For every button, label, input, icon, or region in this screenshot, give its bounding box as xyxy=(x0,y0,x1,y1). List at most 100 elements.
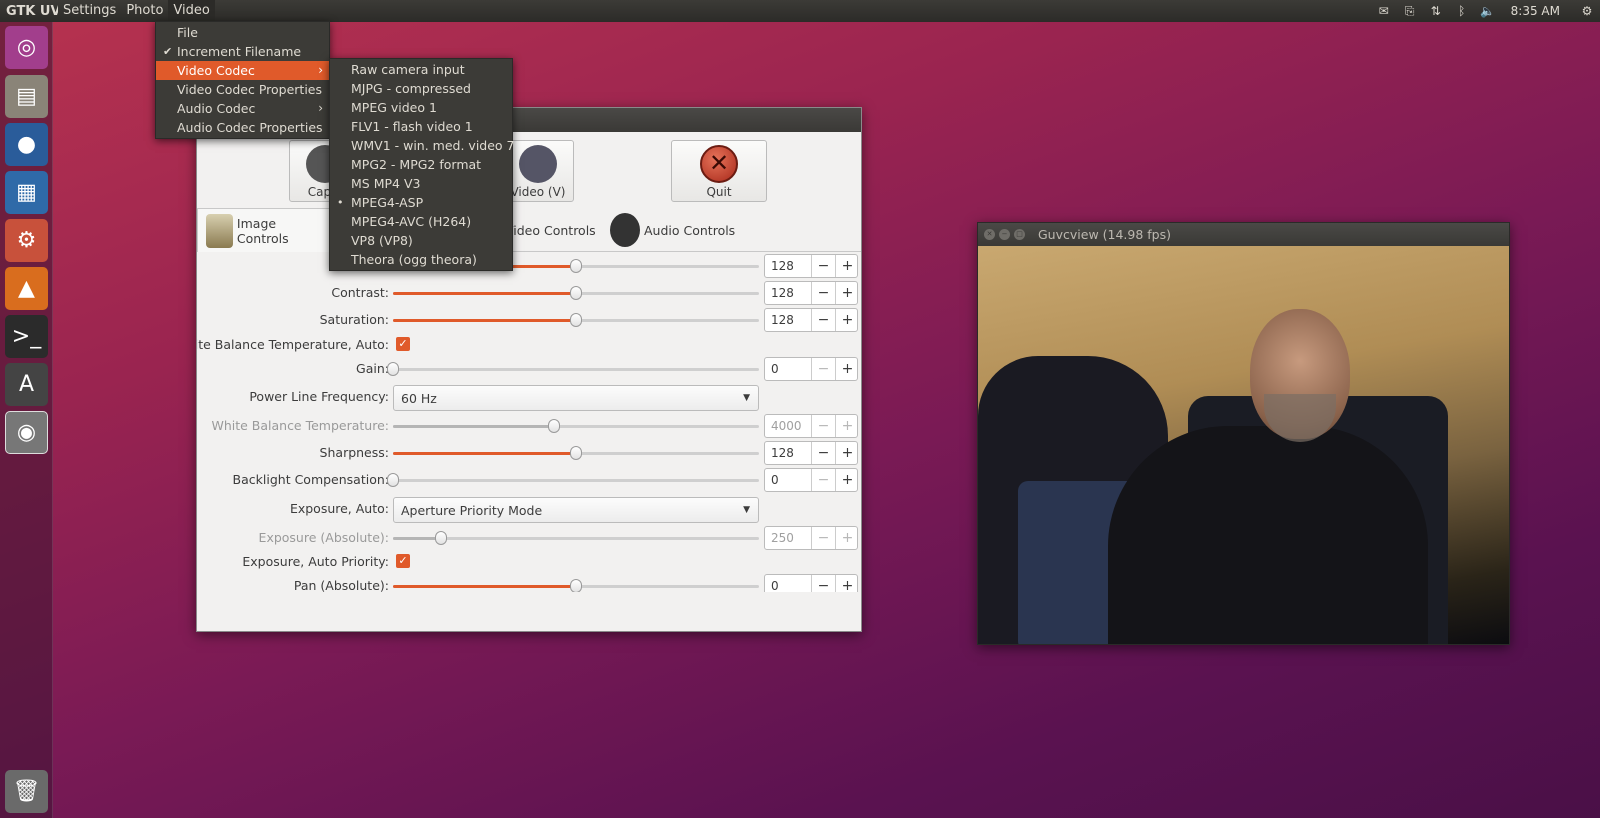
trash-icon[interactable]: 🗑 xyxy=(5,770,48,813)
saturation-plus[interactable]: + xyxy=(835,309,859,331)
brightness-minus[interactable]: − xyxy=(811,255,835,277)
video-menu-item[interactable]: File xyxy=(156,23,329,42)
webcam-icon[interactable]: ◉ xyxy=(5,411,48,454)
codec-menu-item[interactable]: VP8 (VP8) xyxy=(330,231,512,250)
codec-menu-item[interactable]: Theora (ogg theora) xyxy=(330,250,512,269)
pan-plus[interactable]: + xyxy=(835,575,859,592)
menu-video[interactable]: Video xyxy=(168,0,215,22)
saturation-knob[interactable] xyxy=(570,313,582,327)
clip-icon[interactable]: ⎘ xyxy=(1397,4,1423,19)
menu-settings[interactable]: Settings xyxy=(58,0,121,22)
gain-minus[interactable]: − xyxy=(811,358,835,380)
contrast-slider[interactable] xyxy=(393,286,759,300)
saturation-value[interactable]: 128 xyxy=(771,313,794,327)
wb-temp-row: White Balance Temperature: 4000− + xyxy=(197,414,861,438)
power-line-combo[interactable]: 60 Hz ▼ xyxy=(393,385,759,411)
codec-menu-item[interactable]: MS MP4 V3 xyxy=(330,174,512,193)
pan-minus[interactable]: − xyxy=(811,575,835,592)
codec-menu-item[interactable]: MPG2 - MPG2 format xyxy=(330,155,512,174)
network-icon[interactable]: ⇅ xyxy=(1423,4,1449,18)
top-panel: GTK UVC Settings Photo Video ✉ ⎘ ⇅ ᛒ 🔈 8… xyxy=(0,0,1600,22)
sharpness-row: Sharpness: 128 − + xyxy=(197,441,861,465)
brightness-spin[interactable]: 128 − + xyxy=(764,254,858,278)
saturation-spin[interactable]: 128 − + xyxy=(764,308,858,332)
ubuntu-dash-icon[interactable]: ◎ xyxy=(5,26,48,69)
contrast-spin[interactable]: 128 − + xyxy=(764,281,858,305)
exposure-priority-checkbox[interactable]: ✓ xyxy=(396,554,410,568)
messaging-icon[interactable]: ✉ xyxy=(1371,4,1397,18)
codec-menu-item-label: VP8 (VP8) xyxy=(351,233,413,248)
video-menu-item[interactable]: Audio Codec Properties xyxy=(156,118,329,137)
writer-icon[interactable]: ▦ xyxy=(5,171,48,214)
volume-icon[interactable]: 🔈 xyxy=(1475,4,1501,18)
close-icon[interactable]: ✕ xyxy=(984,229,995,240)
sharpness-minus[interactable]: − xyxy=(811,442,835,464)
exposure-abs-label: Exposure (Absolute): xyxy=(258,530,389,545)
saturation-slider[interactable] xyxy=(393,313,759,327)
minimize-icon[interactable]: − xyxy=(999,229,1010,240)
codec-menu-item[interactable]: MJPG - compressed xyxy=(330,79,512,98)
menu-photo[interactable]: Photo xyxy=(121,0,168,22)
brightness-value[interactable]: 128 xyxy=(771,259,794,273)
backlight-minus[interactable]: − xyxy=(811,469,835,491)
codec-menu-item[interactable]: MPEG video 1 xyxy=(330,98,512,117)
video-menu-item[interactable]: Audio Codec › xyxy=(156,99,329,118)
brightness-plus[interactable]: + xyxy=(835,255,859,277)
pan-value[interactable]: 0 xyxy=(771,579,779,592)
saturation-minus[interactable]: − xyxy=(811,309,835,331)
quit-button[interactable]: ✕ Quit xyxy=(671,140,767,202)
codec-menu-item[interactable]: FLV1 - flash video 1 xyxy=(330,117,512,136)
codec-menu-item[interactable]: Raw camera input xyxy=(330,60,512,79)
video-menu-item[interactable]: Video Codec Properties xyxy=(156,80,329,99)
sharpness-knob[interactable] xyxy=(570,446,582,460)
vlc-icon[interactable]: ▲ xyxy=(5,267,48,310)
backlight-value[interactable]: 0 xyxy=(771,473,779,487)
contrast-plus[interactable]: + xyxy=(835,282,859,304)
contrast-value[interactable]: 128 xyxy=(771,286,794,300)
gain-plus[interactable]: + xyxy=(835,358,859,380)
tab-audio-controls[interactable]: Audio Controls xyxy=(602,208,743,252)
sharpness-value[interactable]: 128 xyxy=(771,446,794,460)
firefox-icon[interactable]: ● xyxy=(5,123,48,166)
brightness-knob[interactable] xyxy=(570,259,582,273)
codec-menu-item[interactable]: WMV1 - win. med. video 7 xyxy=(330,136,515,155)
codec-menu-item-label: Raw camera input xyxy=(351,62,465,77)
tab-video-controls[interactable]: Video Controls xyxy=(497,208,604,252)
files-icon[interactable]: ▤ xyxy=(5,75,48,118)
contrast-minus[interactable]: − xyxy=(811,282,835,304)
pan-spin[interactable]: 0 − + xyxy=(764,574,858,592)
preview-titlebar[interactable]: ✕ − □ Guvcview (14.98 fps) xyxy=(978,223,1509,246)
gain-slider[interactable] xyxy=(387,362,759,376)
backlight-spin[interactable]: 0 − + xyxy=(764,468,858,492)
software-updater-icon[interactable]: A xyxy=(5,363,48,406)
backlight-slider[interactable] xyxy=(387,473,759,487)
gain-spin[interactable]: 0 − + xyxy=(764,357,858,381)
sharpness-spin[interactable]: 128 − + xyxy=(764,441,858,465)
gain-knob[interactable] xyxy=(387,362,399,376)
maximize-icon[interactable]: □ xyxy=(1014,229,1025,240)
sharpness-slider[interactable] xyxy=(393,446,759,460)
codec-menu-item[interactable]: MPEG4-AVC (H264) xyxy=(330,212,512,231)
wb-auto-checkbox[interactable]: ✓ xyxy=(396,337,410,351)
video-menu-item[interactable]: Video Codec › xyxy=(156,61,329,80)
backlight-knob[interactable] xyxy=(387,473,399,487)
video-menu-item[interactable]: ✔ Increment Filename xyxy=(156,42,329,61)
bluetooth-icon[interactable]: ᛒ xyxy=(1449,4,1475,18)
codec-menu-item[interactable]: • MPEG4-ASP xyxy=(330,193,512,212)
contrast-knob[interactable] xyxy=(570,286,582,300)
exposure-auto-combo[interactable]: Aperture Priority Mode ▼ xyxy=(393,497,759,523)
pan-knob[interactable] xyxy=(570,579,582,592)
exposure-abs-spin: 250 − + xyxy=(764,526,858,550)
backlight-plus[interactable]: + xyxy=(835,469,859,491)
gain-value[interactable]: 0 xyxy=(771,362,779,376)
sharpness-plus[interactable]: + xyxy=(835,442,859,464)
image-controls-panel[interactable]: 128− + Contrast: 128− + Saturation: 128− + … xyxy=(197,252,861,592)
tab-image-controls[interactable]: Image Controls xyxy=(197,208,331,252)
gear-icon[interactable]: ⚙ xyxy=(1574,4,1600,18)
exposure-abs-minus: − xyxy=(811,527,835,549)
pan-slider[interactable] xyxy=(393,579,759,592)
terminal-icon[interactable]: >_ xyxy=(5,315,48,358)
clock[interactable]: 8:35 AM xyxy=(1501,4,1574,18)
settings-icon[interactable]: ⚙ xyxy=(5,219,48,262)
exposure-abs-knob xyxy=(434,531,447,545)
